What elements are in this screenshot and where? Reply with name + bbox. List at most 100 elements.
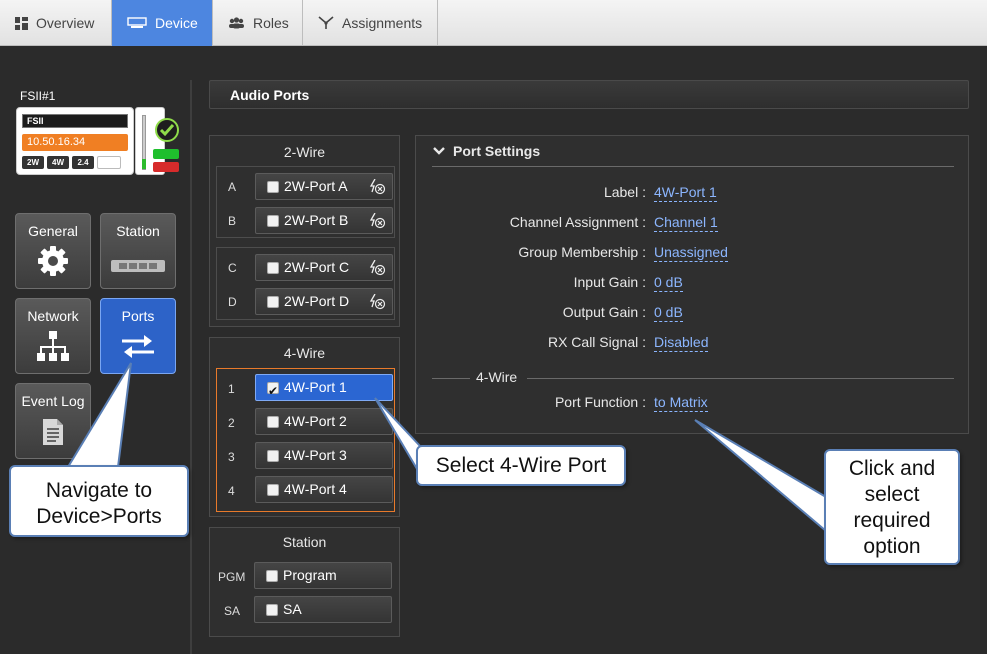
gear-icon [16,244,90,278]
rx-call-signal-link[interactable]: Disabled [654,334,709,352]
nav-network-button[interactable]: Network [15,298,91,374]
port-settings-panel: Port Settings Label : 4W-Port 1 Channel … [415,135,969,434]
nav-station-label: Station [116,223,160,239]
nav-station-button[interactable]: Station [100,213,176,289]
tab-overview[interactable]: Overview [0,0,112,46]
call-signal-icon [368,293,386,318]
port-sa-button[interactable]: SA [254,596,392,623]
device-card[interactable]: FSII 10.50.16.34 2W 4W 2.4 [16,107,134,175]
red-status-led [153,162,179,172]
port-4w-4-checkbox[interactable] [267,484,279,496]
port-4w-2-button[interactable]: 4W-Port 2 [255,408,393,435]
station-title: Station [282,534,327,550]
assignments-icon [318,16,334,30]
port-4w-1-checkbox[interactable] [267,379,279,404]
port-label: 4W-Port 2 [284,413,347,429]
four-wire-subsection: 4-Wire [432,369,954,387]
chip-4w: 4W [47,156,69,169]
four-wire-subgroup: 1 4W-Port 1 2 4W-Port 2 3 4W-Port 3 4 4W… [216,368,395,512]
network-icon [16,331,90,363]
port-2w-a-checkbox[interactable] [267,181,279,193]
port-program-checkbox[interactable] [266,570,278,582]
port-2w-d-button[interactable]: 2W-Port D [255,288,393,315]
setting-label: Output Gain : [562,304,646,320]
port-settings-toggle[interactable]: Port Settings [433,143,540,159]
port-letter: PGM [218,570,246,584]
chip-2-4: 2.4 [72,156,94,169]
nav-ports-label: Ports [121,308,155,324]
port-label: 4W-Port 4 [284,481,347,497]
channel-assignment-link[interactable]: Channel 1 [654,214,718,232]
chip-2w: 2W [22,156,44,169]
input-gain-link[interactable]: 0 dB [654,274,683,292]
port-2w-b-button[interactable]: 2W-Port B [255,207,393,234]
port-2w-c-checkbox[interactable] [267,262,279,274]
port-label: 2W-Port A [284,178,348,194]
tab-assignments[interactable]: Assignments [303,0,438,46]
chip-blank [97,156,121,169]
port-2w-d-checkbox[interactable] [267,296,279,308]
two-wire-subgroup-ab: A 2W-Port A B 2W-Port B [216,166,395,238]
two-wire-subgroup-cd: C 2W-Port C D 2W-Port D [216,247,395,320]
setting-channel-row: Channel Assignment : Channel 1 [416,214,970,234]
port-4w-4-button[interactable]: 4W-Port 4 [255,476,393,503]
click-option-callout: Click and select required option [824,449,960,565]
tab-roles[interactable]: Roles [213,0,303,46]
output-gain-link[interactable]: 0 dB [654,304,683,322]
tab-assignments-label: Assignments [342,15,423,31]
setting-input-gain-row: Input Gain : 0 dB [416,274,970,294]
port-2w-c-button[interactable]: 2W-Port C [255,254,393,281]
users-icon [228,17,245,29]
click-callout-pointer [694,419,827,534]
port-letter: A [228,180,237,194]
setting-label: RX Call Signal : [547,334,646,350]
port-label: 2W-Port C [284,259,350,275]
port-program-button[interactable]: Program [254,562,392,589]
nav-general-button[interactable]: General [15,213,91,289]
setting-label: Port Function : [554,394,646,410]
select-port-callout: Select 4-Wire Port [416,445,626,486]
setting-group-row: Group Membership : Unassigned [416,244,970,264]
setting-output-gain-row: Output Gain : 0 dB [416,304,970,324]
port-letter: 3 [228,450,235,464]
port-label: 2W-Port B [284,212,349,228]
port-4w-3-checkbox[interactable] [267,450,279,462]
port-letter: C [228,261,237,275]
device-ip: 10.50.16.34 [22,134,128,151]
group-membership-link[interactable]: Unassigned [654,244,728,262]
label-value-link[interactable]: 4W-Port 1 [654,184,717,202]
port-label: 2W-Port D [284,293,350,309]
nav-ports-button[interactable]: Ports [100,298,176,374]
top-tab-bar: Overview Device Roles Assignments [0,0,987,46]
settings-divider [432,166,954,167]
call-signal-icon [368,178,386,203]
setting-label: Input Gain : [573,274,646,290]
navigate-callout: Navigate to Device>Ports [9,465,189,537]
nav-general-label: General [28,223,78,239]
four-wire-group: 4-Wire 1 4W-Port 1 2 4W-Port 2 3 4W-Port… [209,337,400,517]
port-letter: D [228,295,237,309]
port-sa-checkbox[interactable] [266,604,278,616]
port-letter: 2 [228,416,235,430]
nav-event-log-button[interactable]: Event Log [15,383,91,459]
port-letter: 1 [228,382,235,396]
setting-label: Channel Assignment : [509,214,646,230]
audio-ports-header: Audio Ports [209,80,969,109]
setting-label: Group Membership : [518,244,646,260]
port-function-link[interactable]: to Matrix [654,394,708,412]
two-wire-group: 2-Wire A 2W-Port A B 2W-Port B C 2W-Port… [209,135,400,327]
port-label: SA [283,601,302,617]
tab-device[interactable]: Device [112,0,213,46]
port-2w-b-checkbox[interactable] [267,215,279,227]
station-group: Station PGM Program SA SA [209,527,400,637]
device-icon [127,17,147,29]
nav-network-label: Network [27,308,79,324]
chevron-down-icon [433,143,445,159]
tab-device-label: Device [155,15,198,31]
port-4w-1-button[interactable]: 4W-Port 1 [255,374,393,404]
dashboard-icon [15,16,28,30]
call-signal-icon [368,212,386,237]
port-4w-3-button[interactable]: 4W-Port 3 [255,442,393,469]
port-2w-a-button[interactable]: 2W-Port A [255,173,393,200]
port-4w-2-checkbox[interactable] [267,416,279,428]
